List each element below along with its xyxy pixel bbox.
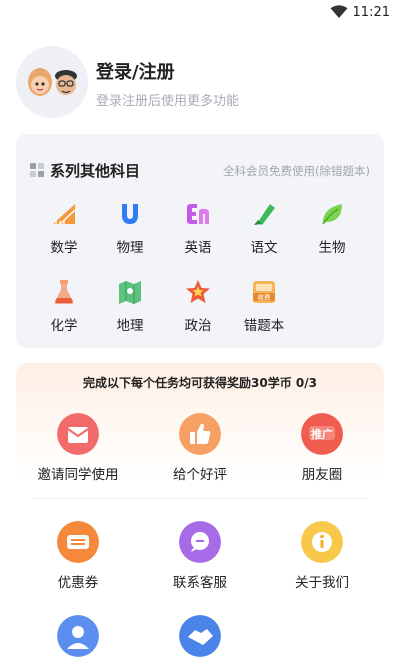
paid-notebook-icon: 收费 bbox=[253, 281, 275, 303]
user-icon bbox=[57, 615, 99, 657]
brush-pen-icon bbox=[254, 204, 275, 225]
leaf-icon bbox=[322, 204, 342, 225]
info-icon bbox=[301, 521, 343, 563]
subjects-title: 系列其他科目 bbox=[50, 162, 141, 180]
coupon-button[interactable]: 优惠券 bbox=[18, 521, 138, 591]
invite-classmates-button[interactable]: 邀请同学使用 bbox=[18, 413, 138, 483]
tasks-card: 完成以下每个任务均可获得奖励30学币 0/3 邀请同学使用 给个好评 推广 朋友… bbox=[16, 363, 384, 660]
subject-biology[interactable]: 生物 bbox=[298, 200, 366, 262]
map-icon bbox=[119, 281, 141, 304]
login-register-title[interactable]: 登录/注册 bbox=[96, 58, 175, 84]
clock-time: 11:21 bbox=[352, 5, 390, 20]
section-divider bbox=[32, 498, 368, 499]
promote-icon: 推广 bbox=[301, 413, 343, 455]
chat-icon bbox=[179, 521, 221, 563]
contact-support-label: 联系客服 bbox=[173, 575, 227, 591]
wifi-icon bbox=[330, 5, 348, 18]
subjects-header: 系列其他科目 全科会员免费使用(除错题本) bbox=[30, 160, 370, 180]
invite-icon bbox=[57, 413, 99, 455]
subject-politics[interactable]: 政治 bbox=[164, 278, 232, 340]
flask-icon bbox=[54, 280, 74, 304]
english-en-icon bbox=[187, 204, 209, 224]
svg-text:收费: 收费 bbox=[258, 293, 272, 302]
avatar-illustration bbox=[16, 46, 88, 118]
subject-label: 生物 bbox=[318, 240, 346, 256]
math-ruler-icon bbox=[53, 204, 76, 225]
subjects-card: 系列其他科目 全科会员免费使用(除错题本) 数学 物理 英语 语文 生物 化学 … bbox=[16, 134, 384, 348]
subject-label: 化学 bbox=[50, 318, 78, 334]
cooperation-button[interactable] bbox=[140, 615, 260, 660]
task-reward-banner: 完成以下每个任务均可获得奖励30学币 0/3 bbox=[83, 376, 317, 390]
subject-physics[interactable]: 物理 bbox=[96, 200, 164, 262]
thumbs-up-icon bbox=[179, 413, 221, 455]
subject-mistake-notebook[interactable]: 收费 错题本 bbox=[230, 278, 298, 340]
subject-label: 错题本 bbox=[243, 318, 285, 334]
star-badge-icon bbox=[186, 280, 210, 303]
subjects-membership-note: 全科会员免费使用(除错题本) bbox=[223, 164, 370, 178]
avatar[interactable] bbox=[16, 46, 88, 118]
about-us-label: 关于我们 bbox=[295, 575, 349, 591]
profile-header[interactable]: 登录/注册 登录注册后使用更多功能 bbox=[16, 46, 386, 120]
subject-label: 语文 bbox=[250, 240, 278, 256]
subject-geography[interactable]: 地理 bbox=[96, 278, 164, 340]
subject-label: 数学 bbox=[50, 240, 78, 256]
account-button[interactable] bbox=[18, 615, 138, 660]
subject-label: 地理 bbox=[116, 318, 144, 334]
subject-chemistry[interactable]: 化学 bbox=[30, 278, 98, 340]
contact-support-button[interactable]: 联系客服 bbox=[140, 521, 260, 591]
about-us-button[interactable]: 关于我们 bbox=[262, 521, 382, 591]
coupon-icon bbox=[57, 521, 99, 563]
handshake-icon bbox=[179, 615, 221, 657]
grid-icon bbox=[30, 163, 44, 177]
subject-label: 政治 bbox=[184, 318, 212, 334]
subject-label: 物理 bbox=[116, 240, 144, 256]
subject-label: 英语 bbox=[184, 240, 212, 256]
login-register-subtitle: 登录注册后使用更多功能 bbox=[96, 94, 240, 109]
status-bar: 11:21 bbox=[0, 0, 400, 26]
give-rating-label: 给个好评 bbox=[173, 467, 227, 483]
invite-classmates-label: 邀请同学使用 bbox=[37, 467, 119, 483]
moments-share-label: 朋友圈 bbox=[301, 467, 343, 483]
magnet-icon bbox=[122, 204, 138, 224]
give-rating-button[interactable]: 给个好评 bbox=[140, 413, 260, 483]
moments-share-button[interactable]: 推广 朋友圈 bbox=[262, 413, 382, 483]
subject-math[interactable]: 数学 bbox=[30, 200, 98, 262]
subject-english[interactable]: 英语 bbox=[164, 200, 232, 262]
subject-chinese[interactable]: 语文 bbox=[230, 200, 298, 262]
svg-text:推广: 推广 bbox=[311, 427, 333, 441]
coupon-label: 优惠券 bbox=[57, 575, 99, 591]
